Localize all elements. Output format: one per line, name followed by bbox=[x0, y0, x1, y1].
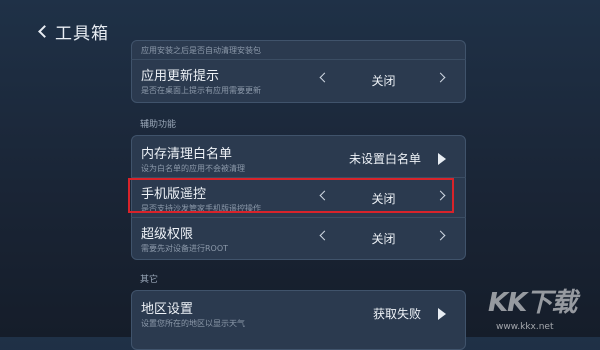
option-value: 关闭 bbox=[371, 232, 396, 246]
row-title: 地区设置 bbox=[141, 302, 194, 317]
row-desc: 是否在桌面上提示有应用需要更新 bbox=[141, 86, 261, 95]
chevron-right-icon[interactable] bbox=[435, 72, 446, 83]
partial-row-desc: 应用安装之后是否自动清理安装包 bbox=[141, 46, 261, 55]
row-memory-whitelist[interactable]: 内存清理白名单 设为白名单的应用不会被清理 未设置白名单 bbox=[131, 138, 466, 182]
watermark-url: www.kkx.net bbox=[496, 322, 554, 332]
row-desc: 设置您所在的地区以显示天气 bbox=[141, 319, 245, 328]
header: 工具箱 bbox=[38, 16, 109, 46]
option-value: 未设置白名单 bbox=[348, 152, 421, 166]
play-arrow-icon[interactable] bbox=[438, 308, 446, 320]
row-region-setting[interactable]: 地区设置 设置您所在的地区以显示天气 获取失败 bbox=[131, 293, 466, 337]
option-value: 获取失败 bbox=[372, 307, 421, 321]
chevron-right-icon[interactable] bbox=[435, 230, 446, 241]
play-arrow-icon[interactable] bbox=[438, 153, 446, 165]
back-arrow-icon[interactable] bbox=[38, 25, 51, 38]
page-title: 工具箱 bbox=[55, 23, 109, 44]
row-desc: 设为白名单的应用不会被清理 bbox=[141, 164, 245, 173]
chevron-left-icon[interactable] bbox=[319, 230, 330, 241]
row-title: 应用更新提示 bbox=[141, 69, 220, 84]
row-title: 超级权限 bbox=[141, 227, 194, 242]
highlight-box bbox=[128, 178, 454, 213]
section-label-assist: 辅助功能 bbox=[140, 120, 177, 130]
section-label-other: 其它 bbox=[140, 275, 159, 285]
row-app-update-hint[interactable]: 应用更新提示 是否在桌面上提示有应用需要更新 关闭 bbox=[131, 60, 466, 104]
watermark: KK下载 www.kkx.net bbox=[488, 282, 600, 337]
watermark-logo: KK下载 bbox=[488, 288, 577, 318]
option-value: 关闭 bbox=[371, 74, 396, 88]
chevron-left-icon[interactable] bbox=[319, 72, 330, 83]
row-desc: 需要先对设备进行ROOT bbox=[141, 244, 229, 253]
row-title: 内存清理白名单 bbox=[141, 147, 233, 162]
row-super-permission[interactable]: 超级权限 需要先对设备进行ROOT 关闭 bbox=[131, 218, 466, 262]
